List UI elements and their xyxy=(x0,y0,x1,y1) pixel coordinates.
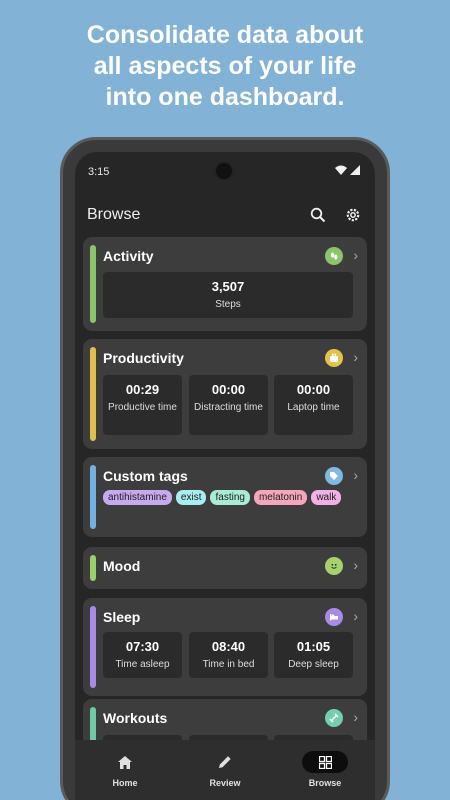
footsteps-icon xyxy=(325,247,343,265)
grid-icon xyxy=(302,751,348,773)
stat-steps: 3,507 Steps xyxy=(103,272,353,318)
card-title: Mood xyxy=(103,558,141,574)
card-accent xyxy=(90,555,96,581)
phone-screen: 3:15 Browse Activity › 3,507 Steps Produ… xyxy=(75,152,375,800)
chevron-right-icon: › xyxy=(353,349,358,365)
activity-card[interactable]: Activity › 3,507 Steps xyxy=(83,237,367,331)
bottom-navigation: Home Review Browse xyxy=(75,740,375,800)
search-button[interactable] xyxy=(307,204,329,226)
status-bar: 3:15 xyxy=(75,152,375,190)
stat-laptop-time: 00:00 Laptop time xyxy=(274,375,353,435)
tag-chip[interactable]: walk xyxy=(311,490,342,505)
smiley-icon xyxy=(325,557,343,575)
wifi-icon xyxy=(335,165,347,175)
chevron-right-icon: › xyxy=(353,709,358,725)
card-title: Activity xyxy=(103,248,154,264)
stat-value: 08:40 xyxy=(211,639,246,654)
card-title: Sleep xyxy=(103,609,141,625)
pencil-icon xyxy=(202,751,248,773)
status-time: 3:15 xyxy=(88,166,110,178)
stat-deep-sleep: 01:05 Deep sleep xyxy=(274,632,353,678)
camera-cutout xyxy=(214,161,234,181)
tag-icon xyxy=(325,467,343,485)
stat-label: Productive time xyxy=(108,402,177,413)
page-title: Browse xyxy=(87,206,141,223)
search-icon xyxy=(310,207,326,223)
nav-review[interactable]: Review xyxy=(175,740,275,800)
card-title: Workouts xyxy=(103,710,168,726)
headline: Consolidate data about all aspects of yo… xyxy=(86,21,364,111)
chevron-right-icon: › xyxy=(353,557,358,573)
stat-value: 00:00 xyxy=(296,382,331,397)
tag-list: antihistamine exist fasting melatonin wa… xyxy=(103,490,343,505)
stat-label: Time in bed xyxy=(202,659,255,670)
stat-value: 01:05 xyxy=(296,639,331,654)
chevron-right-icon: › xyxy=(353,247,358,263)
tag-chip[interactable]: fasting xyxy=(210,490,250,505)
nav-label: Home xyxy=(112,778,138,788)
briefcase-icon xyxy=(325,349,343,367)
dumbbell-icon xyxy=(325,709,343,727)
tag-chip[interactable]: antihistamine xyxy=(103,490,172,505)
chevron-right-icon: › xyxy=(353,608,358,624)
stat-value: 07:30 xyxy=(125,639,160,654)
card-accent xyxy=(90,606,96,688)
status-icons xyxy=(335,165,360,175)
stat-distracting-time: 00:00 Distracting time xyxy=(189,375,268,435)
bed-icon xyxy=(325,608,343,626)
nav-label: Browse xyxy=(308,778,342,788)
stat-time-asleep: 07:30 Time asleep xyxy=(103,632,182,678)
card-accent xyxy=(90,245,96,323)
stat-value: 00:29 xyxy=(125,382,160,397)
tag-chip[interactable]: exist xyxy=(175,490,207,505)
nav-browse[interactable]: Browse xyxy=(275,740,375,800)
stat-productive-time: 00:29 Productive time xyxy=(103,375,182,435)
card-accent xyxy=(90,347,96,441)
nav-label: Review xyxy=(209,778,241,788)
stat-time-in-bed: 08:40 Time in bed xyxy=(189,632,268,678)
card-title: Productivity xyxy=(103,350,184,366)
signal-icon xyxy=(350,165,360,175)
stat-label: Deep sleep xyxy=(288,659,339,670)
nav-home[interactable]: Home xyxy=(75,740,175,800)
stat-value: 3,507 xyxy=(211,279,245,294)
gear-icon xyxy=(346,208,360,222)
stat-label: Time asleep xyxy=(115,659,170,670)
productivity-card[interactable]: Productivity › 00:29 Productive time 00:… xyxy=(83,339,367,449)
stat-value: 00:00 xyxy=(211,382,246,397)
app-bar: Browse xyxy=(75,190,375,238)
settings-button[interactable] xyxy=(342,204,364,226)
stat-label: Steps xyxy=(215,299,241,310)
chevron-right-icon: › xyxy=(353,467,358,483)
home-icon xyxy=(102,751,148,773)
mood-card[interactable]: Mood › xyxy=(83,547,367,589)
sleep-card[interactable]: Sleep › 07:30 Time asleep 08:40 Time in … xyxy=(83,598,367,696)
tag-chip[interactable]: melatonin xyxy=(253,490,308,505)
card-title: Custom tags xyxy=(103,468,188,484)
stat-label: Laptop time xyxy=(287,402,340,413)
custom-tags-card[interactable]: Custom tags › antihistamine exist fastin… xyxy=(83,457,367,537)
stat-label: Distracting time xyxy=(194,402,263,413)
card-accent xyxy=(90,465,96,529)
